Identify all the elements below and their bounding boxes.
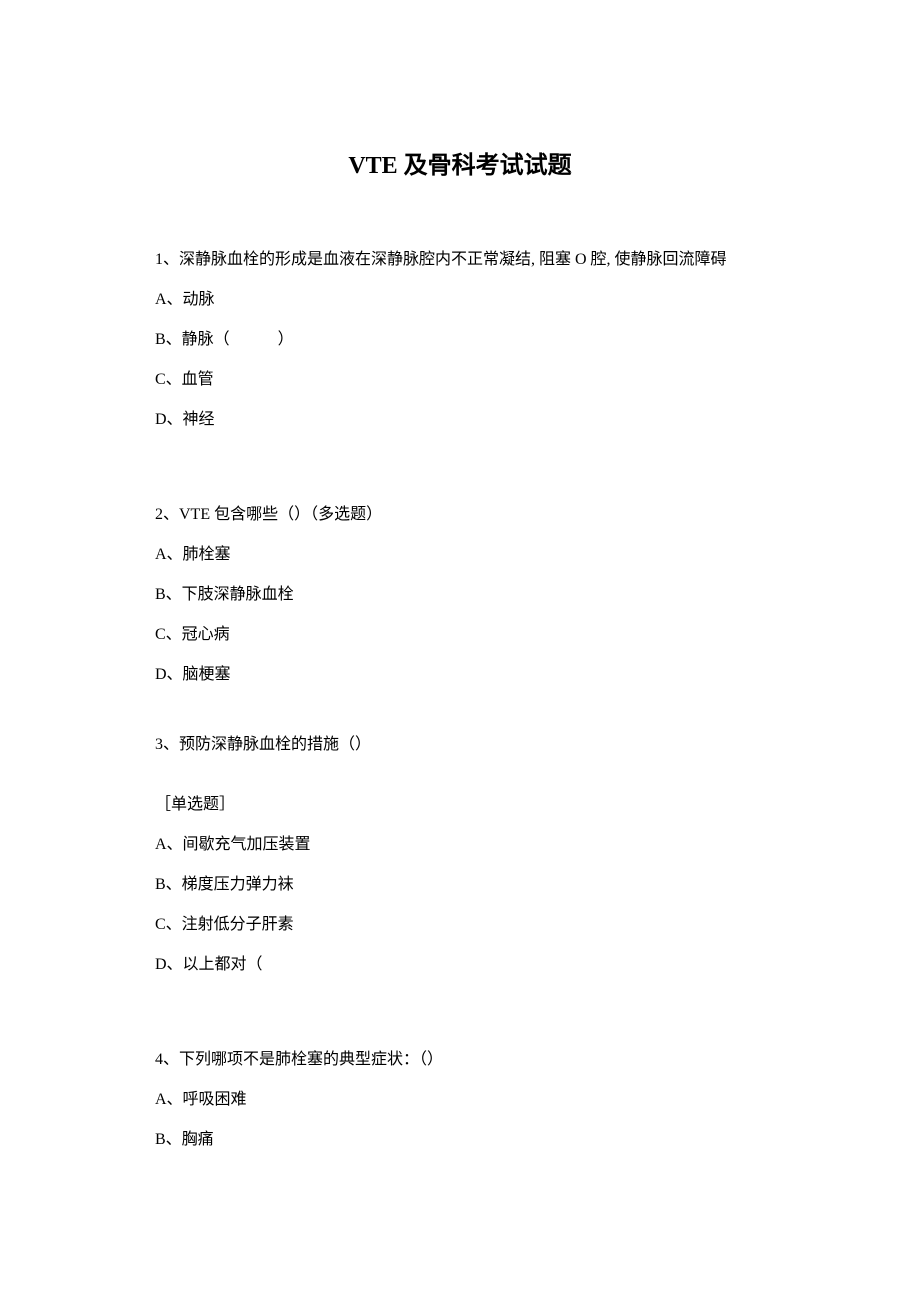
question-1-text: 1、深静脉血栓的形成是血液在深静脉腔内不正常凝结, 阻塞 O 腔, 使静脉回流障… <box>155 240 765 280</box>
question-4-option-a: A、呼吸困难 <box>155 1080 765 1120</box>
question-1-option-b: B、静脉（ ） <box>155 320 765 360</box>
question-3-text: 3、预防深静脉血栓的措施（） <box>155 725 765 765</box>
question-3-option-a: A、间歇充气加压装置 <box>155 825 765 865</box>
question-3-note: ［单选题］ <box>155 785 765 825</box>
question-1-option-a: A、动脉 <box>155 280 765 320</box>
question-3-option-c: C、注射低分子肝素 <box>155 905 765 945</box>
question-1-option-d: D、神经 <box>155 400 765 440</box>
question-2-option-c: C、冠心病 <box>155 615 765 655</box>
question-2-option-a: A、肺栓塞 <box>155 535 765 575</box>
question-1: 1、深静脉血栓的形成是血液在深静脉腔内不正常凝结, 阻塞 O 腔, 使静脉回流障… <box>155 240 765 440</box>
question-3-option-d: D、以上都对（ <box>155 945 765 985</box>
question-4-text: 4、下列哪项不是肺栓塞的典型症状：（） <box>155 1040 765 1080</box>
question-2-option-b: B、下肢深静脉血栓 <box>155 575 765 615</box>
question-3: 3、预防深静脉血栓的措施（） ［单选题］ A、间歇充气加压装置 B、梯度压力弹力… <box>155 725 765 985</box>
question-2-text: 2、VTE 包含哪些（）（多选题） <box>155 495 765 535</box>
question-2: 2、VTE 包含哪些（）（多选题） A、肺栓塞 B、下肢深静脉血栓 C、冠心病 … <box>155 495 765 695</box>
question-3-option-b: B、梯度压力弹力袜 <box>155 865 765 905</box>
page-title: VTE 及骨科考试试题 <box>155 145 765 180</box>
question-1-option-c: C、血管 <box>155 360 765 400</box>
question-4: 4、下列哪项不是肺栓塞的典型症状：（） A、呼吸困难 B、胸痛 <box>155 1040 765 1160</box>
question-4-option-b: B、胸痛 <box>155 1120 765 1160</box>
question-2-option-d: D、脑梗塞 <box>155 655 765 695</box>
